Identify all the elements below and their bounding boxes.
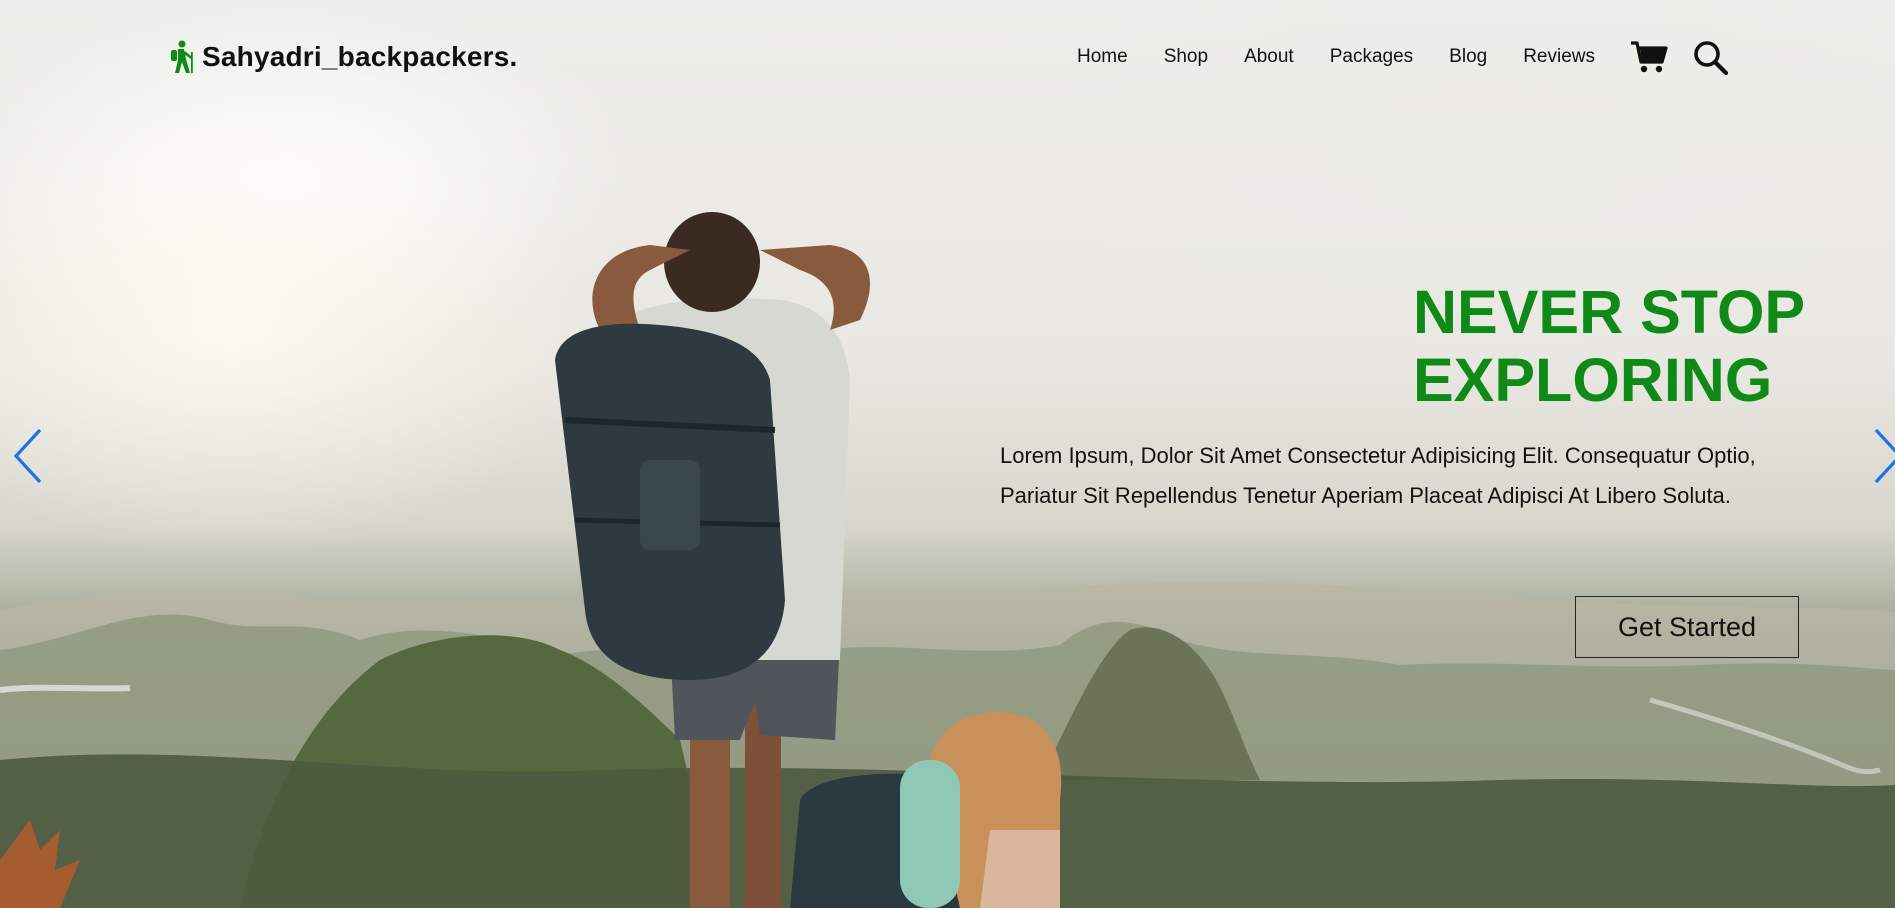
header: Sahyadri_backpackers. Home Shop About Pa… bbox=[0, 0, 1895, 115]
chevron-right-icon[interactable] bbox=[1870, 426, 1895, 486]
slide-headline: NEVER STOP EXPLORING bbox=[1413, 278, 1804, 414]
slide-description: Lorem Ipsum, Dolor Sit Amet Consectetur … bbox=[1000, 443, 1756, 508]
brand-name: Sahyadri_backpackers. bbox=[202, 41, 518, 72]
get-started-button[interactable]: Get Started bbox=[1575, 596, 1799, 658]
chevron-left-icon[interactable] bbox=[10, 426, 46, 486]
hero-slider: Sahyadri_backpackers. Home Shop About Pa… bbox=[0, 0, 1895, 908]
nav-item-shop[interactable]: Shop bbox=[1164, 46, 1208, 68]
nav-item-about[interactable]: About bbox=[1244, 46, 1294, 68]
cart-icon[interactable] bbox=[1630, 40, 1668, 74]
nav-item-packages[interactable]: Packages bbox=[1330, 46, 1413, 68]
nav-item-blog[interactable]: Blog bbox=[1449, 46, 1487, 68]
search-icon[interactable] bbox=[1693, 40, 1729, 76]
hiker-icon bbox=[171, 40, 193, 73]
nav-item-reviews[interactable]: Reviews bbox=[1523, 46, 1595, 68]
nav-item-home[interactable]: Home bbox=[1077, 46, 1128, 68]
main-nav: Home Shop About Packages Blog Reviews bbox=[1077, 46, 1595, 68]
brand-logo[interactable]: Sahyadri_backpackers. bbox=[168, 40, 518, 74]
